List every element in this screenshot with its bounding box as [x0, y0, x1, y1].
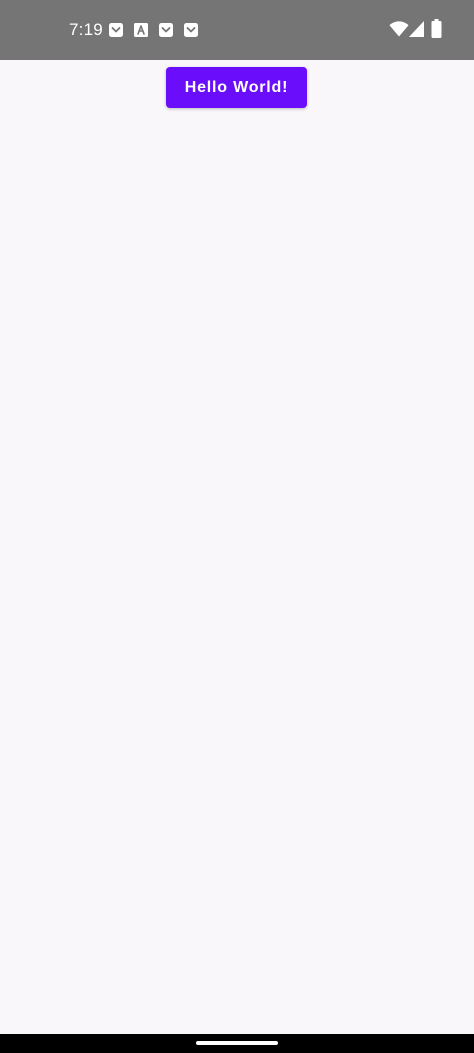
pocket-icon: [109, 23, 123, 37]
hello-world-button[interactable]: Hello World!: [166, 67, 307, 108]
pocket-icon: [184, 23, 198, 37]
status-bar: 7:19: [0, 0, 474, 60]
navigation-bar: [0, 1034, 474, 1053]
wifi-icon: [389, 21, 409, 37]
a-box-icon: [134, 23, 148, 37]
home-handle[interactable]: [196, 1041, 278, 1045]
battery-icon: [431, 19, 442, 38]
app-screen: 7:19 Hello World!: [0, 0, 474, 1053]
main-content: Hello World!: [0, 60, 474, 1034]
pocket-icon: [159, 23, 173, 37]
signal-icon: [409, 21, 424, 37]
status-time: 7:19: [69, 20, 103, 39]
